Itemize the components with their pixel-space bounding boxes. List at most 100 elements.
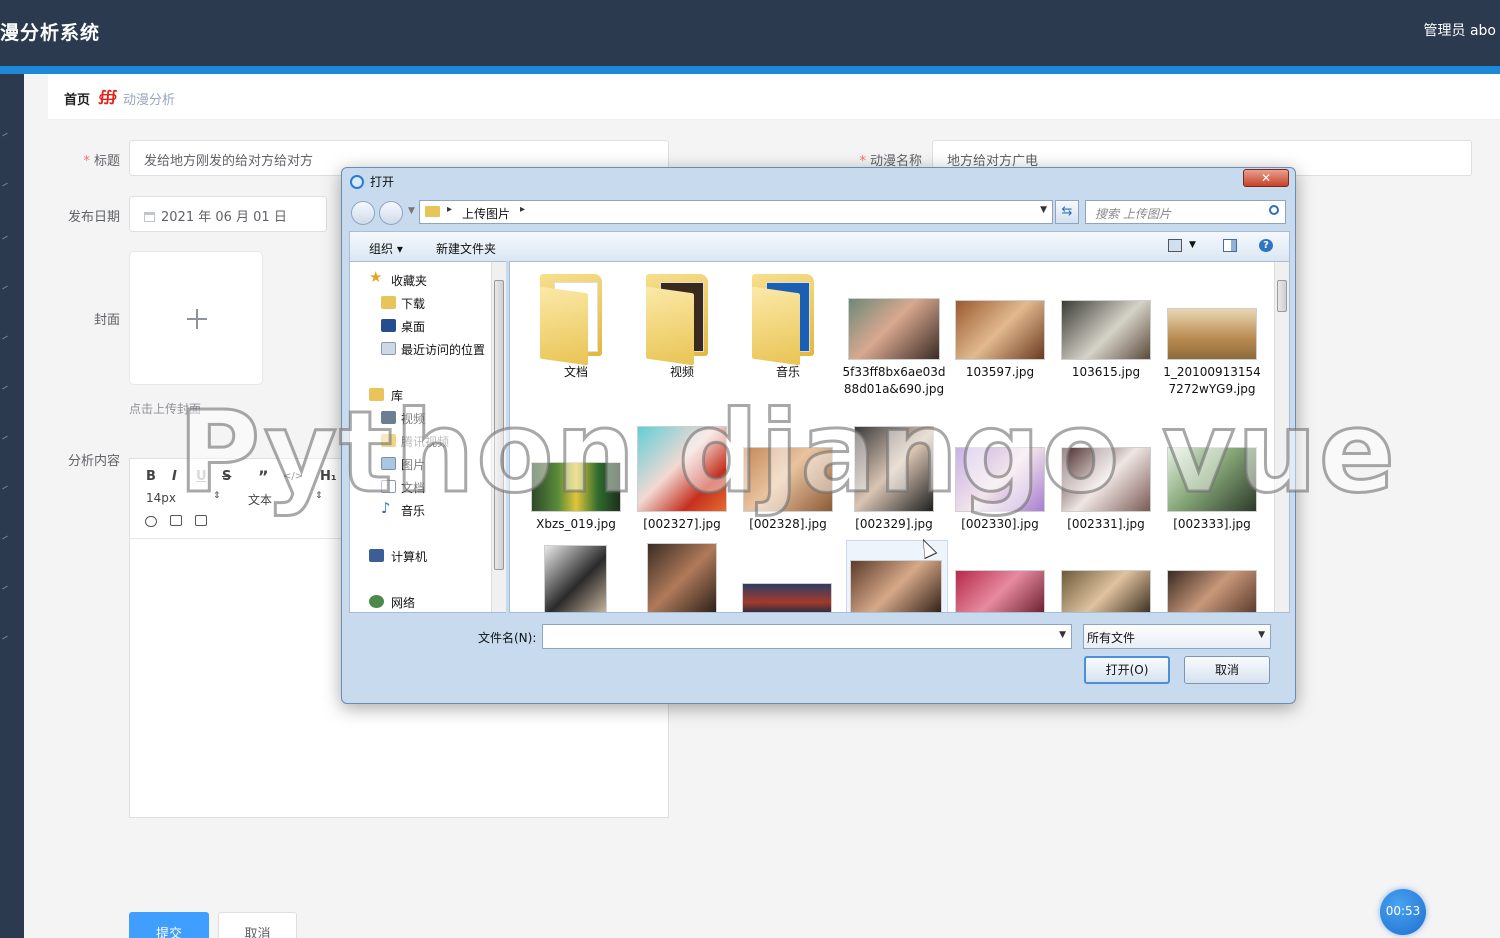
folder-item[interactable]: 音乐 <box>736 270 840 390</box>
nav-scrollbar[interactable] <box>491 262 506 612</box>
image-file-item[interactable]: 5f33ff8bx6ae03d88d01a&690.jpg <box>842 270 946 420</box>
link-icon[interactable] <box>145 516 157 527</box>
nav-computer[interactable]: 计算机 <box>391 548 427 565</box>
nav-videos[interactable]: 视频 <box>401 410 425 427</box>
bold-icon[interactable]: B <box>146 469 156 484</box>
desktop-icon <box>381 319 396 332</box>
sidebar-item[interactable] <box>2 585 8 590</box>
dialog-close-button[interactable]: ✕ <box>1243 169 1289 187</box>
submit-button[interactable]: 提交 <box>129 912 209 938</box>
open-button[interactable]: 打开(O) <box>1084 656 1170 684</box>
heading-icon[interactable]: H₁ <box>320 469 337 484</box>
cover-uploader[interactable] <box>129 251 263 385</box>
image-file-item[interactable]: [002333].jpg <box>1160 422 1264 542</box>
nav-documents[interactable]: 文档 <box>401 479 425 496</box>
image-thumbnail[interactable] <box>742 583 832 612</box>
history-dropdown-icon[interactable]: ▼ <box>408 206 415 216</box>
user-menu[interactable]: 管理员 abo <box>1424 20 1496 40</box>
sidebar-item[interactable] <box>2 235 8 240</box>
nav-desktop[interactable]: 桌面 <box>401 318 425 335</box>
filetype-select[interactable]: 所有文件 ▼ <box>1083 624 1271 649</box>
folder-item[interactable]: 文档 <box>524 270 628 390</box>
image-file-item[interactable]: [002328].jpg <box>736 422 840 542</box>
breadcrumb-current: 动漫分析 <box>123 93 176 108</box>
date-picker[interactable]: 2021 年 06 月 01 日 <box>129 196 327 232</box>
code-icon[interactable]: </> <box>283 471 303 482</box>
image-file-item[interactable]: [002331].jpg <box>1054 422 1158 542</box>
chevron-down-icon[interactable]: ▼ <box>1059 630 1066 640</box>
image-icon[interactable] <box>170 515 182 526</box>
navigation-pane: ★ 收藏夹 下载 桌面 最近访问的位置 库 视频 腾讯视频 图片 文档 ♪ 音乐… <box>349 261 506 613</box>
chevron-down-icon[interactable]: ▼ <box>1258 630 1265 640</box>
nav-library[interactable]: 库 <box>391 387 403 404</box>
dialog-cancel-button[interactable]: 取消 <box>1184 656 1270 684</box>
preview-pane-icon[interactable] <box>1223 239 1237 252</box>
top-header: 漫分析系统 管理员 abo <box>0 0 1500 66</box>
sidebar-item[interactable] <box>2 182 8 187</box>
refresh-button[interactable]: ⇆ <box>1055 200 1079 224</box>
nav-network[interactable]: 网络 <box>391 594 415 611</box>
image-file-item[interactable]: [002327].jpg <box>630 422 734 542</box>
open-file-dialog: 打开 ✕ ▼ ▸ 上传图片 ▸ ▼ ⇆ 搜索 上传图片 组织 ▾ 新建文件夹 ▼… <box>341 167 1296 704</box>
video-icon[interactable] <box>195 515 207 526</box>
view-dropdown-icon[interactable]: ▼ <box>1189 240 1196 250</box>
view-icon[interactable] <box>1168 239 1182 252</box>
image-thumbnail[interactable] <box>647 543 717 612</box>
sidebar-item[interactable] <box>2 435 8 440</box>
nav-music[interactable]: 音乐 <box>401 502 425 519</box>
sidebar-item[interactable] <box>2 285 8 290</box>
folder-icon <box>752 270 822 366</box>
new-folder-button[interactable]: 新建文件夹 <box>436 240 496 257</box>
sidebar-item[interactable] <box>2 535 8 540</box>
folder-item[interactable]: 视频 <box>630 270 734 390</box>
nav-pictures[interactable]: 图片 <box>401 456 425 473</box>
back-button[interactable] <box>351 201 375 225</box>
image-thumbnail[interactable] <box>1061 570 1151 612</box>
italic-icon[interactable]: I <box>172 469 177 484</box>
file-list-scrollbar[interactable] <box>1274 262 1289 612</box>
breadcrumb-home[interactable]: 首页 <box>64 89 90 108</box>
image-thumbnail[interactable] <box>544 545 607 612</box>
filename-label: 文件名(N): <box>478 631 537 645</box>
chevron-right-icon[interactable]: ▸ <box>447 204 452 215</box>
search-icon <box>1269 205 1279 215</box>
image-file-item[interactable]: [002329].jpg <box>842 422 946 542</box>
search-input[interactable]: 搜索 上传图片 <box>1085 200 1286 224</box>
filename-input[interactable]: ▼ <box>542 624 1072 649</box>
strike-icon[interactable]: S <box>222 469 231 484</box>
forward-button[interactable] <box>379 201 403 225</box>
sidebar-item[interactable] <box>2 335 8 340</box>
image-thumbnail[interactable] <box>955 570 1045 612</box>
nav-recent[interactable]: 最近访问的位置 <box>401 341 485 358</box>
quote-icon[interactable]: ” <box>258 467 269 486</box>
image-thumbnail <box>854 426 934 512</box>
cancel-button[interactable]: 取消 <box>218 912 297 938</box>
library-icon <box>369 388 384 401</box>
image-file-item[interactable]: 103597.jpg <box>948 270 1052 390</box>
pictures-library-icon <box>381 457 396 470</box>
sidebar-item[interactable] <box>2 385 8 390</box>
cover-upload-tip: 点击上传封面 <box>129 402 202 416</box>
address-bar[interactable]: ▸ 上传图片 ▸ ▼ <box>419 200 1053 224</box>
text-type-select[interactable]: 文本 <box>248 491 272 508</box>
address-path[interactable]: 上传图片 <box>462 205 510 222</box>
font-size-select[interactable]: 14px <box>146 491 176 505</box>
nav-favorites[interactable]: 收藏夹 <box>391 272 427 289</box>
image-file-item[interactable]: 103615.jpg <box>1054 270 1158 390</box>
sidebar-item[interactable] <box>2 485 8 490</box>
chevron-down-icon[interactable]: ▼ <box>1040 205 1047 215</box>
organize-menu[interactable]: 组织 ▾ <box>369 240 403 257</box>
sidebar <box>0 74 24 938</box>
chevron-right-icon[interactable]: ▸ <box>520 204 525 215</box>
nav-downloads[interactable]: 下载 <box>401 295 425 312</box>
image-file-item[interactable]: Xbzs_019.jpg <box>524 422 628 542</box>
nav-tencent-video[interactable]: 腾讯视频 <box>401 433 449 450</box>
sidebar-item[interactable] <box>2 635 8 640</box>
image-thumbnail <box>955 300 1045 360</box>
image-thumbnail[interactable] <box>1167 570 1257 612</box>
image-file-item[interactable]: [002330].jpg <box>948 422 1052 542</box>
image-file-item[interactable]: 1_201009131547272wYG9.jpg <box>1160 270 1264 410</box>
sidebar-item[interactable] <box>2 132 8 137</box>
underline-icon[interactable]: U <box>196 469 207 484</box>
help-icon[interactable]: ? <box>1259 239 1273 252</box>
